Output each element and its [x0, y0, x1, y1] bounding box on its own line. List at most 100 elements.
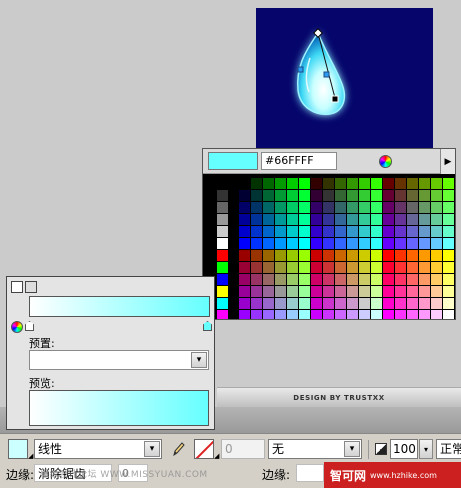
swatch-cell[interactable] [217, 310, 228, 319]
swatch-cell[interactable] [217, 298, 228, 309]
swatch-cell[interactable] [359, 214, 370, 225]
swatch-cell[interactable] [335, 238, 346, 249]
swatch-cell[interactable] [347, 178, 358, 189]
swatch-cell[interactable] [251, 274, 262, 285]
swatch-cell[interactable] [239, 202, 250, 213]
swatch-cell[interactable] [311, 262, 322, 273]
swatch-cell[interactable] [443, 202, 454, 213]
gradient-ramp-bar[interactable] [29, 296, 210, 317]
stroke-chip-arrow-icon[interactable]: ◢ [214, 453, 219, 460]
gradient-stop-start[interactable] [25, 321, 34, 331]
swatch-cell[interactable] [419, 274, 430, 285]
swatch-cell[interactable] [335, 190, 346, 201]
gradient-end-handle[interactable] [331, 95, 339, 103]
swatch-cell[interactable] [359, 274, 370, 285]
swatch-cell[interactable] [287, 298, 298, 309]
swatch-cell[interactable] [299, 298, 310, 309]
swatch-cell[interactable] [347, 214, 358, 225]
swatch-cell[interactable] [335, 202, 346, 213]
swatch-cell[interactable] [383, 178, 394, 189]
swatch-cell[interactable] [371, 178, 382, 189]
swatch-cell[interactable] [383, 214, 394, 225]
swatch-cell[interactable] [311, 202, 322, 213]
swatch-grid[interactable] [203, 174, 455, 319]
swatch-cell[interactable] [419, 262, 430, 273]
swatch-cell[interactable] [359, 190, 370, 201]
swatch-cell[interactable] [443, 274, 454, 285]
swatch-cell[interactable] [263, 310, 274, 319]
swatch-cell[interactable] [371, 310, 382, 319]
swatch-cell[interactable] [217, 250, 228, 261]
swatch-cell[interactable] [251, 250, 262, 261]
swatch-cell[interactable] [335, 298, 346, 309]
swatch-cell[interactable] [275, 214, 286, 225]
gradient-options-icon[interactable] [25, 281, 37, 293]
swatch-cell[interactable] [431, 214, 442, 225]
swatch-cell[interactable] [217, 238, 228, 249]
swatch-cell[interactable] [287, 178, 298, 189]
swatch-cell[interactable] [275, 178, 286, 189]
swatch-cell[interactable] [299, 238, 310, 249]
swatch-cell[interactable] [299, 250, 310, 261]
water-drop-graphic[interactable] [256, 8, 433, 152]
swatch-cell[interactable] [287, 262, 298, 273]
swatch-cell[interactable] [347, 286, 358, 297]
pencil-icon[interactable] [172, 441, 186, 457]
swatch-cell[interactable] [443, 250, 454, 261]
swatch-cell[interactable] [359, 238, 370, 249]
swatch-cell[interactable] [335, 274, 346, 285]
swatch-cell[interactable] [407, 310, 418, 319]
swatch-cell[interactable] [443, 298, 454, 309]
swatch-cell[interactable] [347, 250, 358, 261]
swatch-cell[interactable] [263, 238, 274, 249]
swatch-cell[interactable] [419, 298, 430, 309]
swatch-cell[interactable] [371, 250, 382, 261]
swatch-menu-button[interactable]: ▶ [440, 149, 455, 174]
swatch-cell[interactable] [359, 310, 370, 319]
swatch-cell[interactable] [287, 286, 298, 297]
swatch-cell[interactable] [275, 202, 286, 213]
swatch-cell[interactable] [239, 274, 250, 285]
swatch-cell[interactable] [419, 178, 430, 189]
swatch-cell[interactable] [311, 286, 322, 297]
swatch-cell[interactable] [395, 226, 406, 237]
swatch-cell[interactable] [431, 286, 442, 297]
swatch-cell[interactable] [383, 298, 394, 309]
swatch-cell[interactable] [371, 274, 382, 285]
swatch-cell[interactable] [347, 262, 358, 273]
chevron-down-icon[interactable]: ▾ [344, 441, 360, 457]
swatch-cell[interactable] [287, 238, 298, 249]
swatch-cell[interactable] [359, 298, 370, 309]
swatch-cell[interactable] [431, 226, 442, 237]
swatch-cell[interactable] [383, 250, 394, 261]
swatch-cell[interactable] [359, 286, 370, 297]
swatch-cell[interactable] [431, 274, 442, 285]
swatch-cell[interactable] [431, 298, 442, 309]
swatch-cell[interactable] [407, 286, 418, 297]
swatch-cell[interactable] [275, 274, 286, 285]
swatch-cell[interactable] [299, 202, 310, 213]
swatch-cell[interactable] [251, 262, 262, 273]
chevron-down-icon[interactable]: ▾ [191, 352, 207, 368]
swatch-cell[interactable] [251, 310, 262, 319]
swatch-cell[interactable] [419, 226, 430, 237]
swatch-cell[interactable] [251, 178, 262, 189]
swatch-cell[interactable] [395, 190, 406, 201]
swatch-cell[interactable] [443, 190, 454, 201]
swatch-cell[interactable] [383, 238, 394, 249]
swatch-cell[interactable] [323, 310, 334, 319]
swatch-cell[interactable] [347, 274, 358, 285]
swatch-cell[interactable] [239, 178, 250, 189]
swatch-cell[interactable] [359, 250, 370, 261]
stroke-edge-select[interactable] [296, 464, 324, 482]
swatch-cell[interactable] [287, 214, 298, 225]
swatch-cell[interactable] [299, 310, 310, 319]
swatch-cell[interactable] [395, 262, 406, 273]
swatch-cell[interactable] [407, 238, 418, 249]
swatch-cell[interactable] [359, 226, 370, 237]
swatch-cell[interactable] [311, 274, 322, 285]
swatch-cell[interactable] [359, 202, 370, 213]
swatch-cell[interactable] [323, 262, 334, 273]
swatch-cell[interactable] [383, 310, 394, 319]
anchor-point[interactable] [297, 66, 304, 73]
